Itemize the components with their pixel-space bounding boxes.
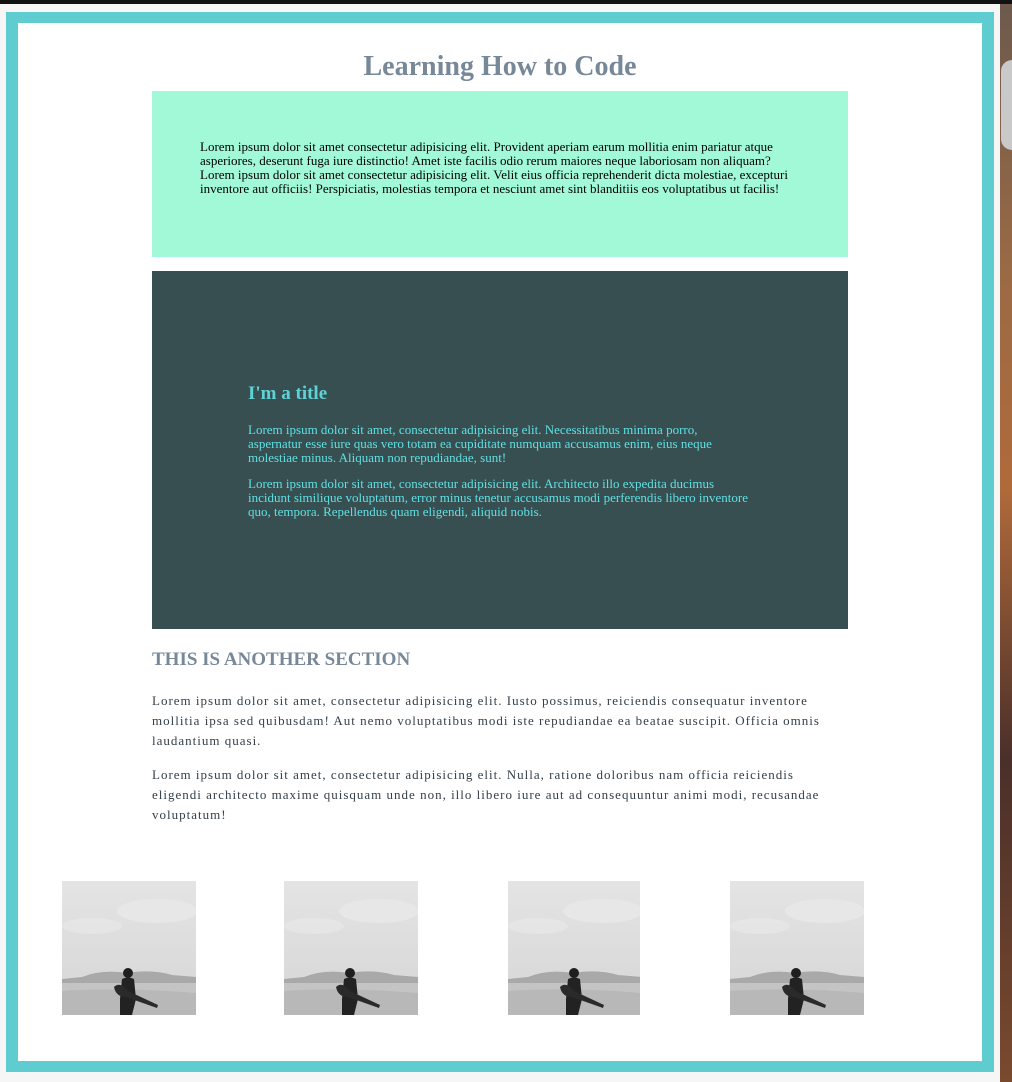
page-title: Learning How to Code [363, 51, 637, 82]
desktop-edge [1000, 4, 1012, 1082]
page-frame: Learning How to Code Lorem ipsum dolor s… [6, 12, 994, 1072]
section-paragraph-2: Lorem ipsum dolor sit amet, consectetur … [152, 767, 820, 822]
feature-paragraph-2: Lorem ipsum dolor sit amet, consectetur … [248, 476, 749, 519]
gallery-photo-2 [284, 881, 418, 1015]
content-area: Learning How to Code Lorem ipsum dolor s… [18, 23, 982, 1061]
intro-box: Lorem ipsum dolor sit amet consectetur a… [152, 91, 848, 257]
guitarist-desert-photo-icon [508, 881, 640, 1015]
gallery-photo-3 [508, 881, 640, 1015]
guitarist-desert-photo-icon [730, 881, 864, 1015]
feature-title: I'm a title [248, 383, 328, 404]
gallery-photo-1 [62, 881, 196, 1015]
desktop-edge-knob [1001, 60, 1012, 150]
guitarist-desert-photo-icon [284, 881, 418, 1015]
section-paragraph-1: Lorem ipsum dolor sit amet, consectetur … [152, 693, 820, 748]
feature-box: I'm a title Lorem ipsum dolor sit amet, … [152, 271, 848, 629]
intro-paragraph: Lorem ipsum dolor sit amet consectetur a… [200, 139, 788, 196]
another-section: THIS IS ANOTHER SECTION Lorem ipsum dolo… [152, 649, 848, 839]
feature-paragraph-1: Lorem ipsum dolor sit amet, consectetur … [248, 422, 712, 465]
guitarist-desert-photo-icon [62, 881, 196, 1015]
section-heading: THIS IS ANOTHER SECTION [152, 649, 411, 670]
gallery-photo-4 [730, 881, 864, 1015]
